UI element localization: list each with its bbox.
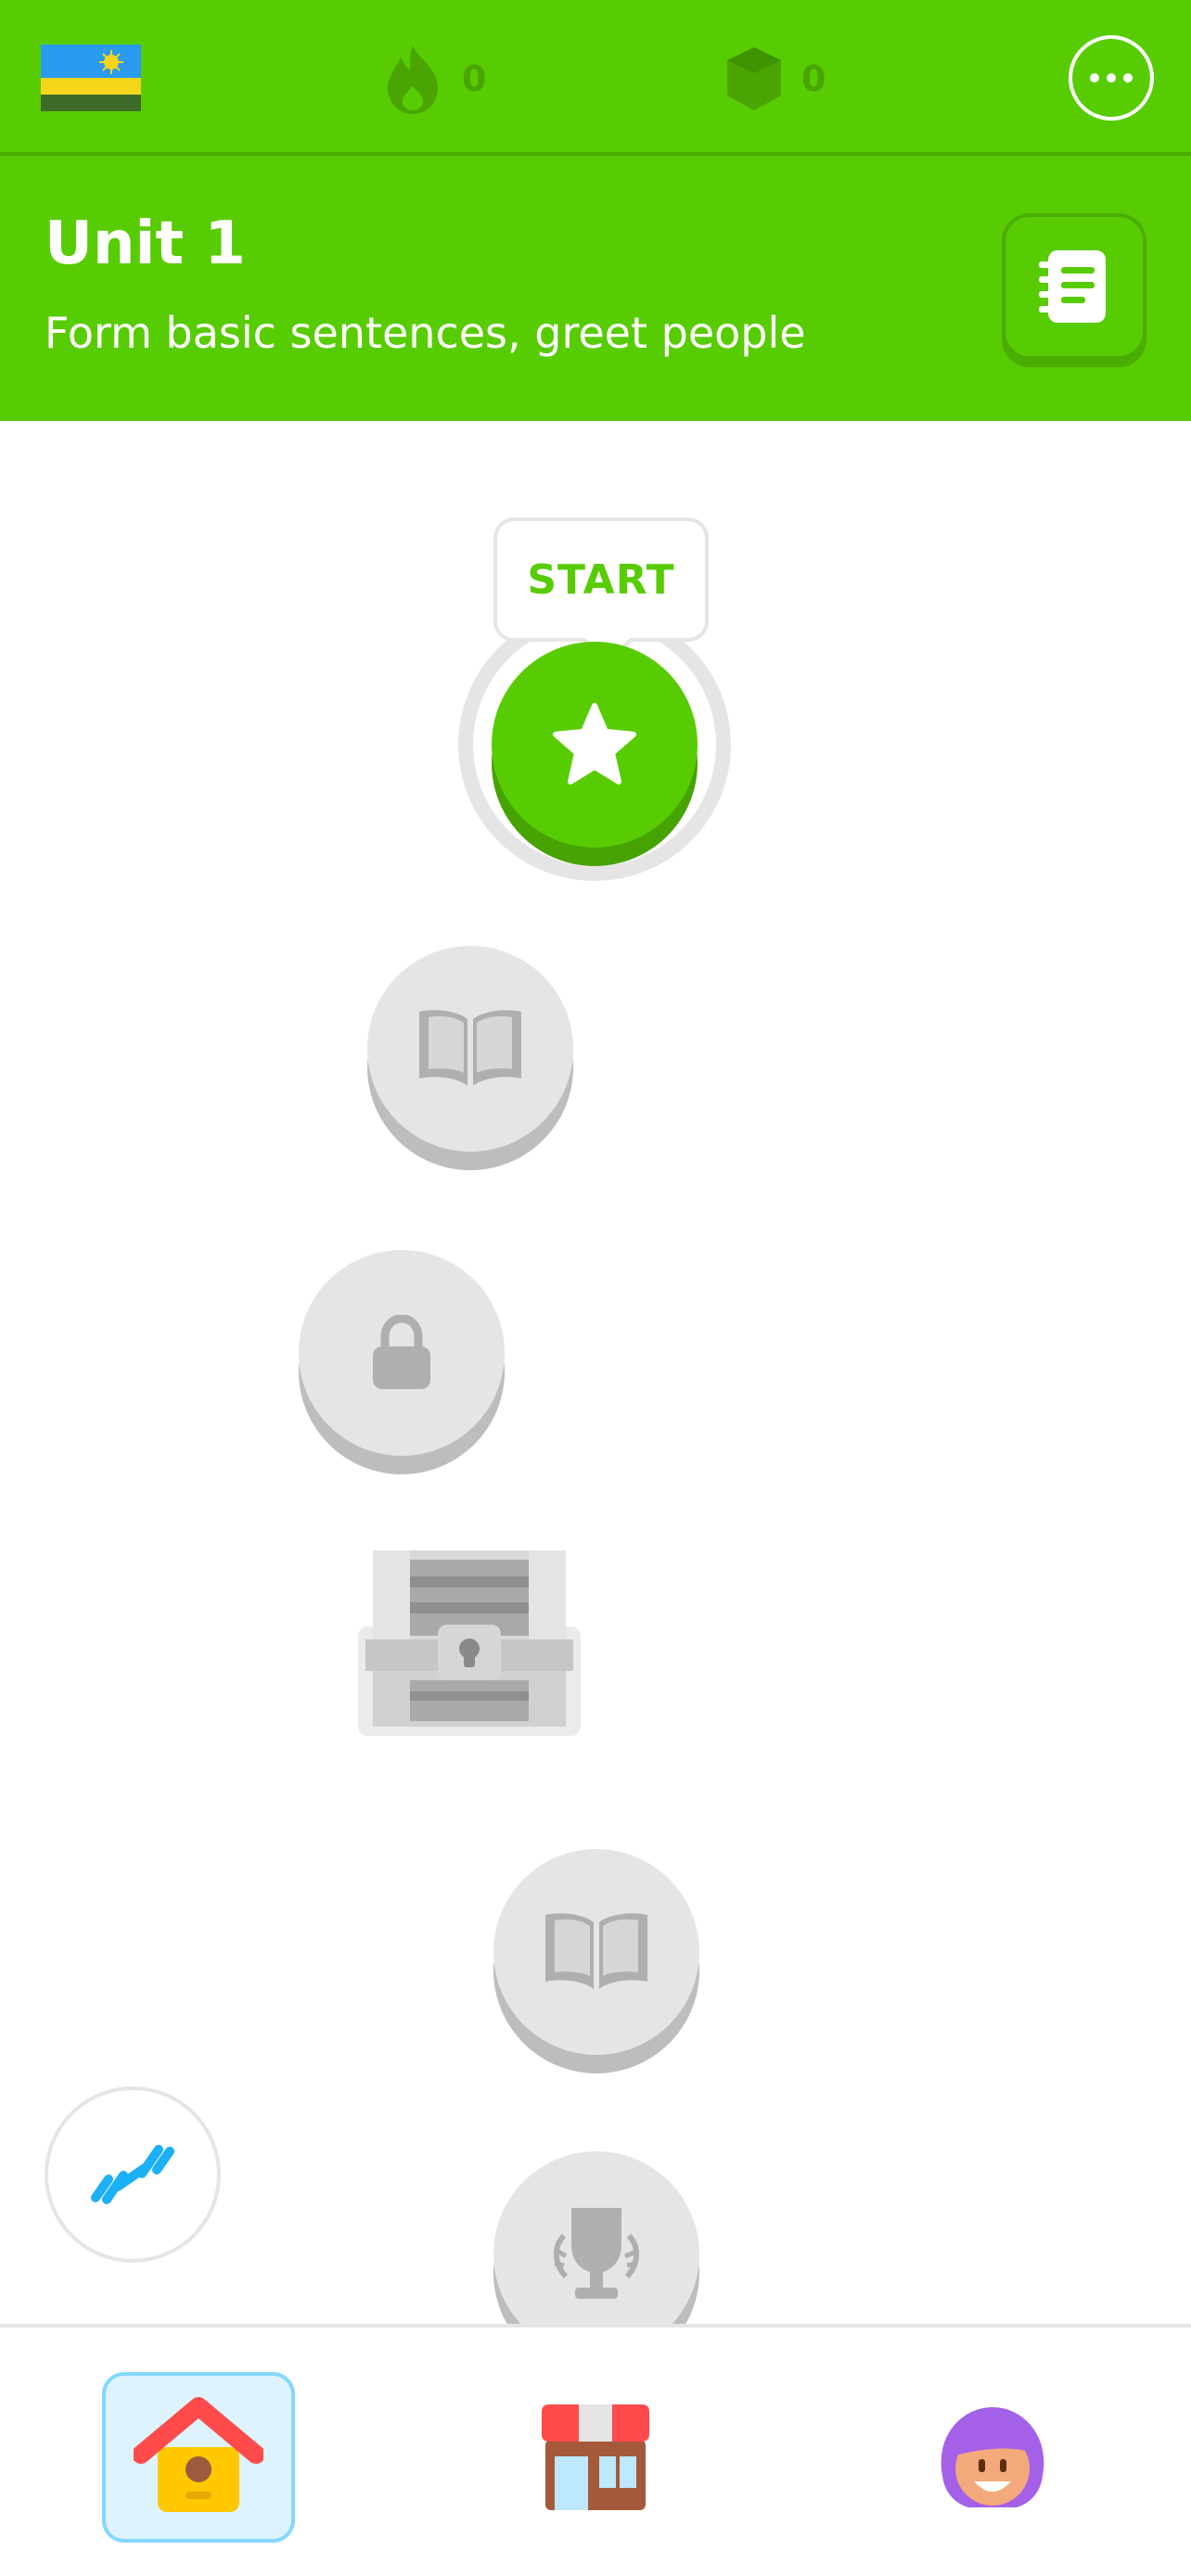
trophy-icon	[554, 2208, 639, 2299]
unit-guidebook-button[interactable]	[1002, 213, 1146, 360]
home-icon	[134, 2397, 263, 2512]
shop-icon	[542, 2404, 649, 2510]
flame-icon	[388, 45, 438, 114]
lock-icon	[373, 1315, 430, 1389]
lesson-node-active[interactable]	[492, 642, 698, 848]
streak-counter[interactable]: 0	[380, 37, 486, 121]
more-options-button[interactable]	[1069, 35, 1154, 121]
treasure-chest-icon[interactable]	[358, 1550, 581, 1736]
practice-button[interactable]	[45, 2086, 221, 2263]
top-bar: 0 0	[0, 0, 1191, 156]
nav-profile-tab[interactable]	[896, 2372, 1089, 2543]
unit-subtitle: Form basic sentences, greet people	[45, 308, 806, 358]
start-label: START	[527, 555, 675, 604]
story-node-1[interactable]	[367, 946, 573, 1152]
dumbbell-icon	[91, 2145, 174, 2204]
gems-counter[interactable]: 0	[724, 37, 826, 121]
nav-shop-tab[interactable]	[499, 2372, 692, 2543]
book-icon	[545, 1913, 647, 1989]
bottom-nav	[0, 2324, 1191, 2576]
more-horizontal-icon	[1090, 73, 1133, 83]
rwanda-flag-icon[interactable]	[41, 45, 141, 111]
book-icon	[419, 1010, 521, 1086]
streak-count: 0	[462, 58, 487, 99]
gem-icon	[727, 47, 781, 110]
star-icon	[553, 703, 636, 784]
unit-title: Unit 1	[45, 210, 246, 278]
gems-count: 0	[801, 58, 826, 99]
story-node-2[interactable]	[493, 1849, 699, 2055]
nav-home-tab[interactable]	[102, 2372, 295, 2543]
notebook-icon	[1039, 250, 1106, 323]
profile-avatar-icon	[941, 2407, 1044, 2507]
unit-header: Unit 1 Form basic sentences, greet peopl…	[0, 156, 1191, 421]
start-tooltip[interactable]: START	[493, 517, 709, 642]
lesson-node-locked[interactable]	[299, 1250, 505, 1456]
